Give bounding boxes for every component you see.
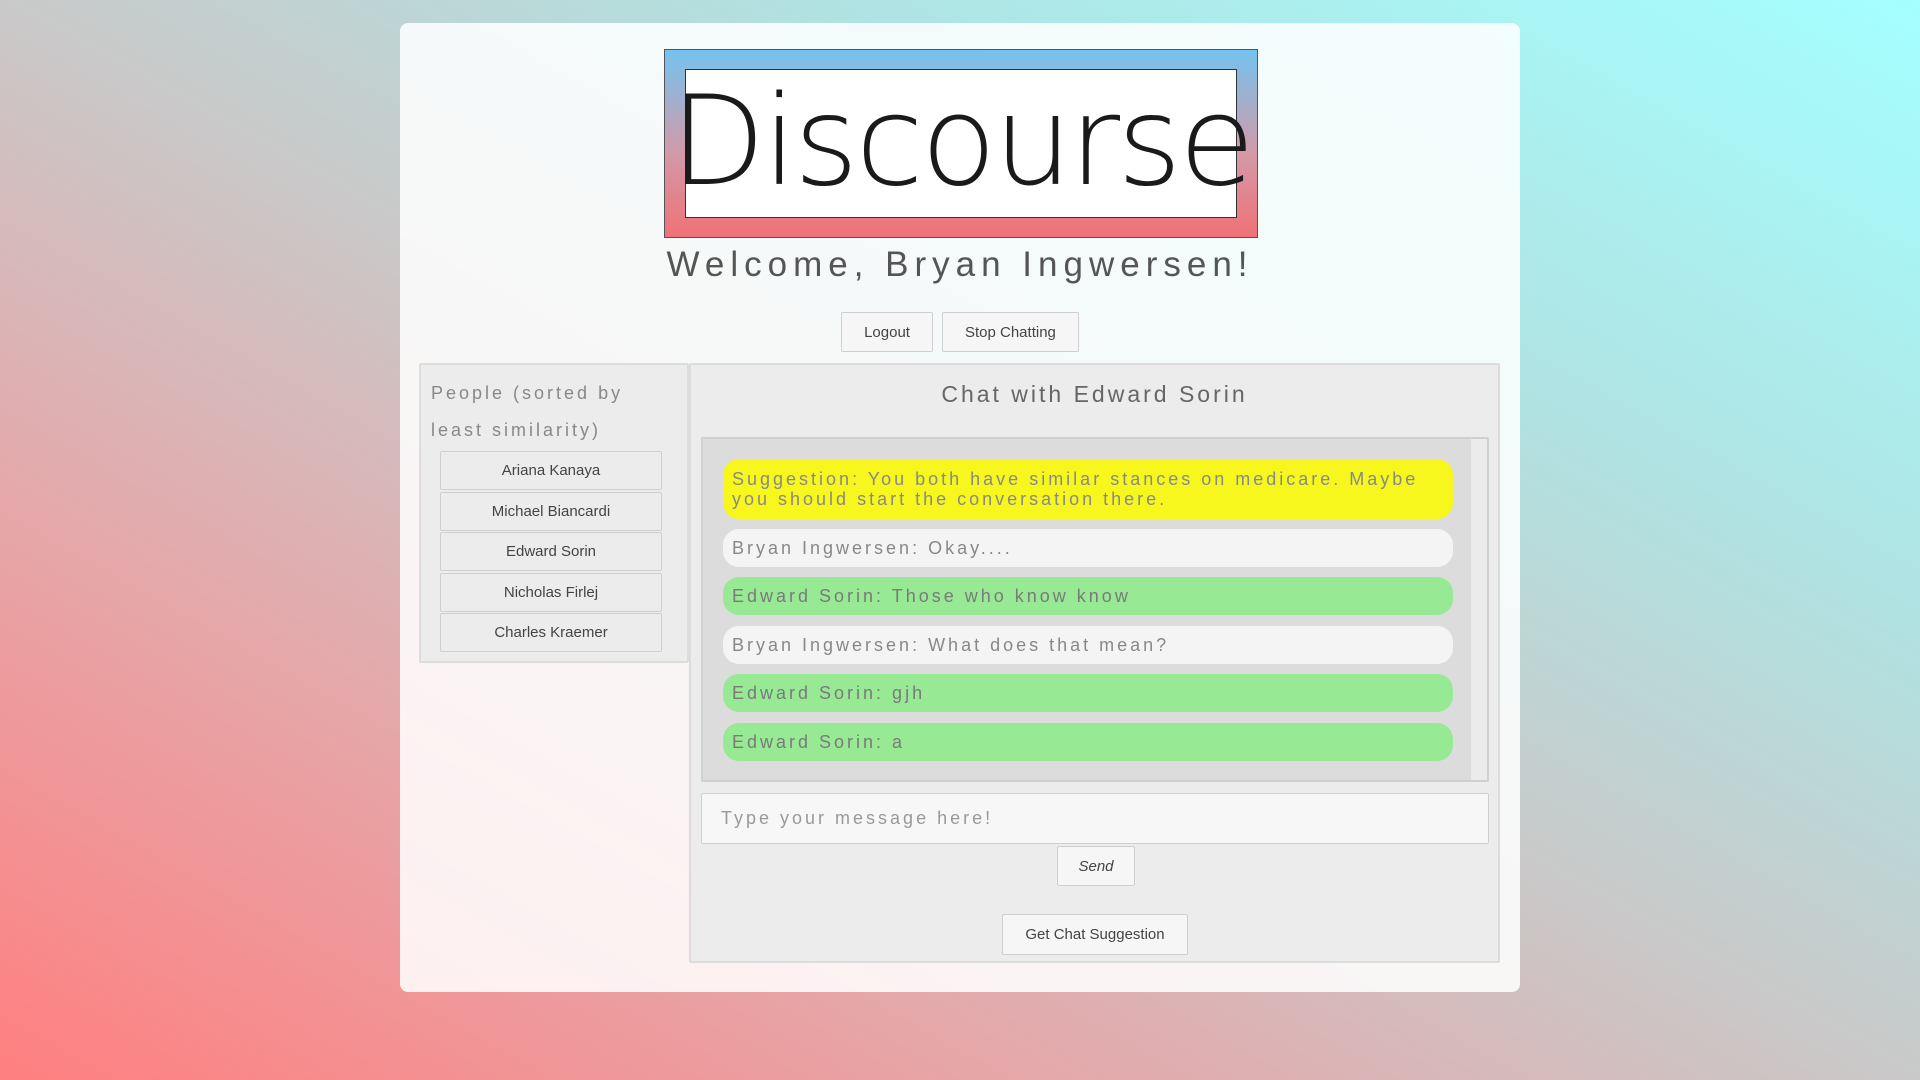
chat-title: Chat with Edward Sorin (941, 381, 1248, 407)
logout-button[interactable]: Logout (841, 312, 933, 352)
person-button-ariana-kanaya[interactable]: Ariana Kanaya (440, 451, 662, 490)
chat-message-me: Bryan Ingwersen: Okay.... (723, 529, 1453, 567)
get-chat-suggestion-button[interactable]: Get Chat Suggestion (1002, 914, 1188, 955)
logo-frame: Discourse (670, 69, 1255, 218)
chat-log[interactable]: Suggestion: You both have similar stance… (701, 437, 1489, 782)
people-panel-title: People (sorted by least similarity) (431, 383, 624, 440)
suggestion-message: Suggestion: You both have similar stance… (723, 459, 1453, 519)
people-list: Ariana Kanaya Michael Biancardi Edward S… (440, 451, 662, 654)
top-button-row: Logout Stop Chatting (400, 312, 1520, 352)
chat-message-other: Edward Sorin: a (723, 723, 1453, 761)
chat-message-me: Bryan Ingwersen: What does that mean? (723, 626, 1453, 664)
stop-chatting-button[interactable]: Stop Chatting (941, 312, 1079, 352)
chat-scrollbar[interactable] (1471, 439, 1487, 780)
person-button-edward-sorin[interactable]: Edward Sorin (440, 532, 662, 571)
chat-message-other: Edward Sorin: gjh (723, 674, 1453, 712)
person-button-nicholas-firlej[interactable]: Nicholas Firlej (440, 572, 662, 612)
welcome-heading: Welcome, Bryan Ingwersen! (666, 245, 1254, 284)
discourse-logo: Discourse (664, 49, 1258, 238)
message-input[interactable] (701, 793, 1489, 844)
people-panel: People (sorted by least similarity) Aria… (419, 363, 689, 663)
logo-text: Discourse (669, 69, 1255, 214)
chat-panel: Chat with Edward Sorin Suggestion: You b… (689, 363, 1500, 963)
person-button-charles-kraemer[interactable]: Charles Kraemer (440, 613, 662, 652)
chat-message-other: Edward Sorin: Those who know know (723, 577, 1453, 615)
main-card: Discourse Welcome, Bryan Ingwersen! Logo… (400, 23, 1520, 992)
person-button-michael-biancardi[interactable]: Michael Biancardi (440, 491, 662, 531)
send-button[interactable]: Send (1057, 846, 1135, 886)
